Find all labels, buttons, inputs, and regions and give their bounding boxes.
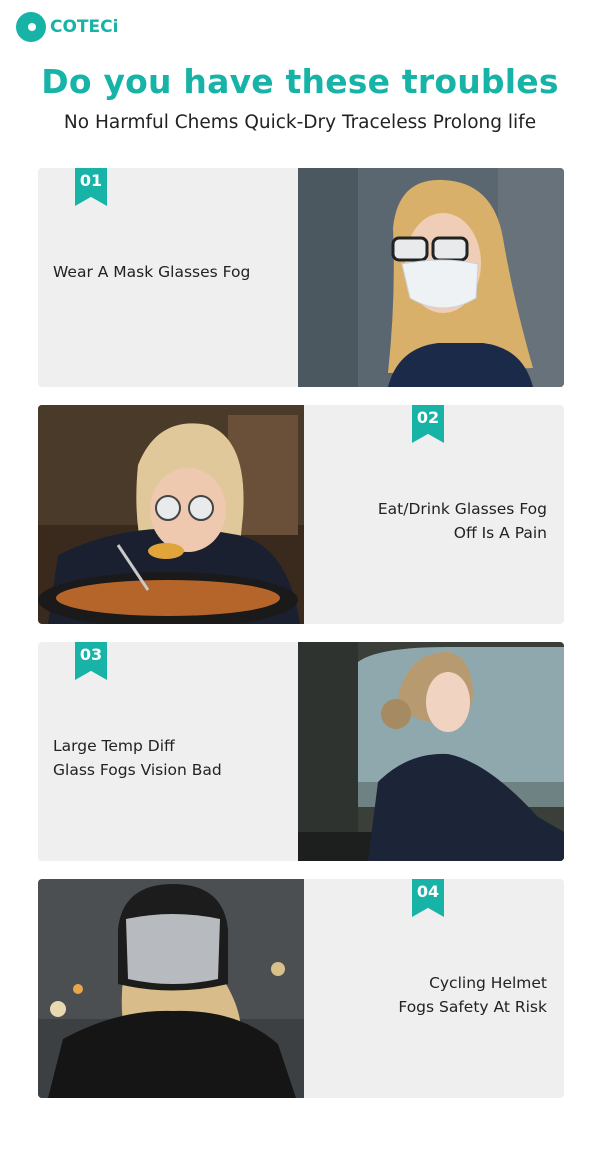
number-badge: 03 — [75, 642, 107, 680]
trouble-line: Cycling Helmet — [429, 974, 547, 992]
brand-logo: COTECi — [16, 12, 118, 42]
logo-icon — [16, 12, 46, 42]
trouble-line: Off Is A Pain — [453, 524, 547, 542]
photo-woman-driving-car — [298, 642, 564, 861]
photo-woman-foggy-helmet — [38, 879, 304, 1098]
trouble-card-2: 02 Eat/Drink Glasses Fog Off Is A Pain — [38, 405, 564, 624]
page-subtitle: No Harmful Chems Quick-Dry Traceless Pro… — [63, 112, 537, 133]
trouble-card-1: 01 Wear A Mask Glasses Fog — [38, 168, 564, 387]
trouble-line: Fogs Safety At Risk — [398, 998, 547, 1016]
brand-name: COTECi — [50, 17, 119, 37]
trouble-line: Large Temp Diff — [53, 737, 175, 755]
number-badge: 04 — [412, 879, 444, 917]
trouble-line: Glass Fogs Vision Bad — [53, 761, 222, 779]
trouble-line: Wear A Mask Glasses Fog — [53, 263, 251, 281]
number-badge: 01 — [75, 168, 107, 206]
trouble-line: Eat/Drink Glasses Fog — [377, 500, 547, 518]
trouble-description: Cycling Helmet Fogs Safety At Risk — [398, 971, 547, 1019]
page-title: Do you have these troubles — [41, 62, 559, 101]
trouble-description: Large Temp Diff Glass Fogs Vision Bad — [53, 734, 222, 782]
trouble-card-4: 04 Cycling Helmet Fogs Safety At Risk — [38, 879, 564, 1098]
trouble-description: Eat/Drink Glasses Fog Off Is A Pain — [378, 497, 547, 545]
photo-woman-cooking-steam — [38, 405, 304, 624]
trouble-card-3: 03 Large Temp Diff Glass Fogs Vision Bad — [38, 642, 564, 861]
trouble-description: Wear A Mask Glasses Fog — [53, 260, 250, 284]
photo-woman-mask-foggy-glasses — [298, 168, 564, 387]
number-badge: 02 — [412, 405, 444, 443]
